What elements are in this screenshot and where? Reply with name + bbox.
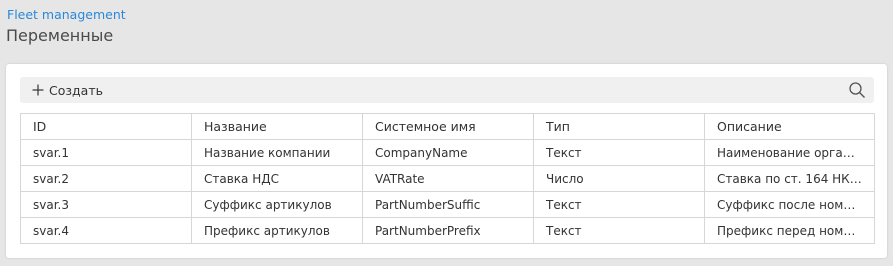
cell-system-name: VATRate [362,165,534,192]
plus-icon [32,84,44,96]
table-header-row: ID Название Системное имя Тип Описание [20,113,875,140]
cell-name: Префикс артикулов [191,217,363,244]
cell-description: Ставка по ст. 164 НК РФ [704,165,875,192]
column-header-id[interactable]: ID [20,113,192,140]
cell-system-name: PartNumberSuffic [362,191,534,218]
table-row[interactable]: svar.2 Ставка НДС VATRate Число Ставка п… [20,165,875,192]
cell-id: svar.2 [20,165,192,192]
cell-description: Суффикс после номера... [704,191,875,218]
table-row[interactable]: svar.4 Префикс артикулов PartNumberPrefi… [20,217,875,244]
cell-type: Текст [533,217,705,244]
cell-type: Число [533,165,705,192]
search-icon[interactable] [848,81,866,99]
cell-system-name: PartNumberPrefix [362,217,534,244]
cell-name: Название компании [191,139,363,166]
table-row[interactable]: svar.1 Название компании CompanyName Тек… [20,139,875,166]
cell-id: svar.4 [20,217,192,244]
cell-id: svar.1 [20,139,192,166]
variables-table: ID Название Системное имя Тип Описание s… [20,113,875,244]
cell-type: Текст [533,139,705,166]
page-title: Переменные [6,26,114,45]
column-header-type[interactable]: Тип [533,113,705,140]
cell-type: Текст [533,191,705,218]
column-header-name[interactable]: Название [191,113,363,140]
create-button[interactable]: Создать [32,77,103,103]
table-row[interactable]: svar.3 Суффикс артикулов PartNumberSuffi… [20,191,875,218]
create-button-label: Создать [49,82,103,98]
cell-system-name: CompanyName [362,139,534,166]
cell-description: Наименование органи... [704,139,875,166]
cell-description: Префикс перед номер... [704,217,875,244]
column-header-description[interactable]: Описание [704,113,875,140]
cell-name: Ставка НДС [191,165,363,192]
variables-panel: Создать ID Название Системное имя Тип Оп… [6,64,887,258]
toolbar: Создать [20,77,874,103]
cell-name: Суффикс артикулов [191,191,363,218]
column-header-system-name[interactable]: Системное имя [362,113,534,140]
breadcrumb[interactable]: Fleet management [7,7,126,23]
cell-id: svar.3 [20,191,192,218]
